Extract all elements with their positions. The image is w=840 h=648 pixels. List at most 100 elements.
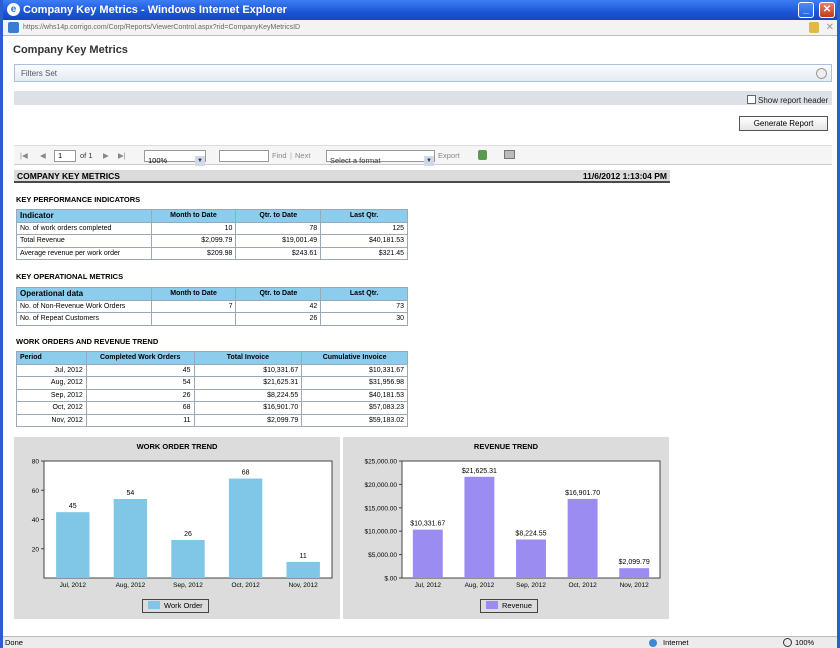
work-order-chart-svg: 20 40 60 80 45 Jul, 2012 54 Aug, 2012 26 Sep, 201… [32, 459, 333, 589]
ops-section-title: KEY OPERATIONAL METRICS [16, 272, 124, 281]
table-cell: $2,099.79 [193, 413, 303, 427]
y-tick-label: 40 [32, 517, 40, 524]
column-header: Total Invoice [193, 351, 303, 365]
chart-legend: Work Order [142, 599, 209, 613]
bar [567, 498, 598, 578]
data-label: 45 [69, 503, 77, 510]
globe-icon [649, 639, 657, 647]
trend-table: Period Completed Work Orders Total Invoice… [16, 351, 408, 427]
filters-panel-header[interactable]: Filters Set [14, 64, 832, 82]
show-header-checkbox[interactable] [747, 95, 756, 104]
zoom-level[interactable]: 100% [795, 637, 814, 648]
table-cell: 78 [235, 221, 322, 235]
minimize-button[interactable]: _ [798, 2, 814, 18]
zoom-icon[interactable] [783, 638, 792, 647]
table-row: Aug, 2012 54 $21,625.31 $31,956.98 [16, 376, 408, 390]
table-cell: $16,901.70 [193, 401, 303, 415]
table-cell: $21,625.31 [193, 376, 303, 390]
table-cell: $2,099.79 [150, 234, 237, 248]
data-label: $10,331.67 [410, 521, 445, 528]
first-page-icon[interactable]: |◀ [20, 151, 28, 160]
table-cell: $321.45 [320, 246, 408, 260]
ie-icon: e [7, 3, 20, 16]
bar [412, 529, 443, 578]
revenue-chart-svg: $.00 $5,000.00 $10,000.00 $15,000.00 $20,000… [364, 459, 661, 589]
url-text[interactable]: https://whs14p.corrigo.com/Corp/Reports/… [23, 24, 300, 31]
close-tab-icon[interactable]: ✕ [826, 20, 834, 35]
browser-window: e Company Key Metrics - Windows Internet… [0, 0, 840, 648]
zoom-select[interactable]: 100% ▼ [144, 150, 206, 166]
title-bar: e Company Key Metrics - Windows Internet… [3, 0, 837, 20]
table-cell: 42 [235, 299, 322, 313]
table-cell: 68 [85, 401, 195, 415]
security-zone: Internet [663, 638, 689, 647]
prev-page-icon[interactable]: ◀ [40, 151, 46, 160]
table-cell: $40,181.53 [301, 388, 408, 402]
table-row: Total Revenue $2,099.79 $19,001.49 $40,181.… [16, 234, 408, 248]
table-cell: 26 [235, 312, 322, 326]
table-row: Average revenue per work order $209.98 $24… [16, 246, 408, 260]
collapse-icon[interactable] [816, 68, 827, 79]
table-cell: 7 [150, 299, 237, 313]
print-icon[interactable] [504, 150, 515, 159]
column-header: Cumulative Invoice [301, 351, 408, 365]
data-label: $8,224.55 [515, 531, 546, 538]
next-link[interactable]: Next [295, 151, 310, 160]
table-cell: $31,956.98 [301, 376, 408, 390]
table-cell: $57,083.23 [301, 401, 408, 415]
bar [171, 539, 205, 578]
table-cell: 45 [85, 363, 195, 377]
table-header-row: Period Completed Work Orders Total Invoice… [16, 351, 408, 365]
legend-label: Work Order [164, 601, 203, 610]
chevron-down-icon[interactable]: ▼ [424, 156, 434, 166]
refresh-icon[interactable] [478, 150, 487, 160]
legend-swatch [148, 601, 160, 609]
chevron-down-icon[interactable]: ▼ [195, 156, 205, 166]
address-bar[interactable]: https://whs14p.corrigo.com/Corp/Reports/… [3, 20, 837, 36]
export-link[interactable]: Export [438, 151, 460, 160]
show-report-header-option[interactable]: Show report header [747, 95, 828, 105]
report-datetime: 11/6/2012 1:13:04 PM [582, 171, 667, 181]
x-tick-label: Nov, 2012 [620, 582, 650, 589]
report-header: COMPANY KEY METRICS 11/6/2012 1:13:04 PM [14, 170, 670, 183]
column-header: Indicator [16, 209, 152, 223]
column-header: Qtr. to Date [235, 209, 322, 223]
page-title: Company Key Metrics [13, 44, 128, 56]
data-label: 11 [300, 553, 307, 560]
x-tick-label: Aug, 2012 [116, 582, 146, 589]
page-number-input[interactable]: 1 [54, 150, 76, 162]
y-tick-label: 60 [32, 488, 40, 495]
generate-report-button[interactable]: Generate Report [739, 116, 828, 131]
table-cell: 10 [150, 221, 237, 235]
lock-icon[interactable] [809, 22, 819, 33]
x-tick-label: Oct, 2012 [232, 582, 261, 589]
filters-label: Filters Set [21, 69, 58, 78]
bar [286, 561, 320, 578]
table-row: Nov, 2012 11 $2,099.79 $59,183.02 [16, 413, 408, 427]
column-header: Operational data [16, 287, 152, 301]
export-format-select[interactable]: Select a format ▼ [326, 150, 435, 166]
column-header: Completed Work Orders [85, 351, 195, 365]
y-tick-label: 20 [32, 546, 40, 553]
x-tick-label: Jul, 2012 [415, 582, 442, 589]
next-page-icon[interactable]: ▶ [103, 151, 109, 160]
show-header-label: Show report header [758, 96, 829, 105]
data-label: 26 [184, 531, 192, 538]
bar [56, 512, 90, 578]
status-bar: Done Internet 100% [3, 636, 837, 648]
table-cell: No. of work orders completed [16, 221, 152, 235]
table-cell: 73 [320, 299, 408, 313]
y-tick-label: $10,000.00 [364, 529, 397, 536]
legend-swatch [486, 601, 498, 609]
last-page-icon[interactable]: ▶| [118, 151, 126, 160]
bar [516, 539, 546, 578]
find-input[interactable] [219, 150, 269, 162]
y-tick-label: 80 [32, 459, 40, 466]
close-button[interactable]: ✕ [819, 2, 835, 18]
ops-table: Operational data Month to Date Qtr. to Dat… [16, 287, 408, 326]
table-cell: 11 [85, 413, 195, 427]
header-options-bar [14, 91, 832, 105]
x-tick-label: Jul, 2012 [60, 582, 87, 589]
table-cell: No. of Non-Revenue Work Orders [16, 299, 152, 313]
find-link[interactable]: Find [272, 151, 287, 160]
